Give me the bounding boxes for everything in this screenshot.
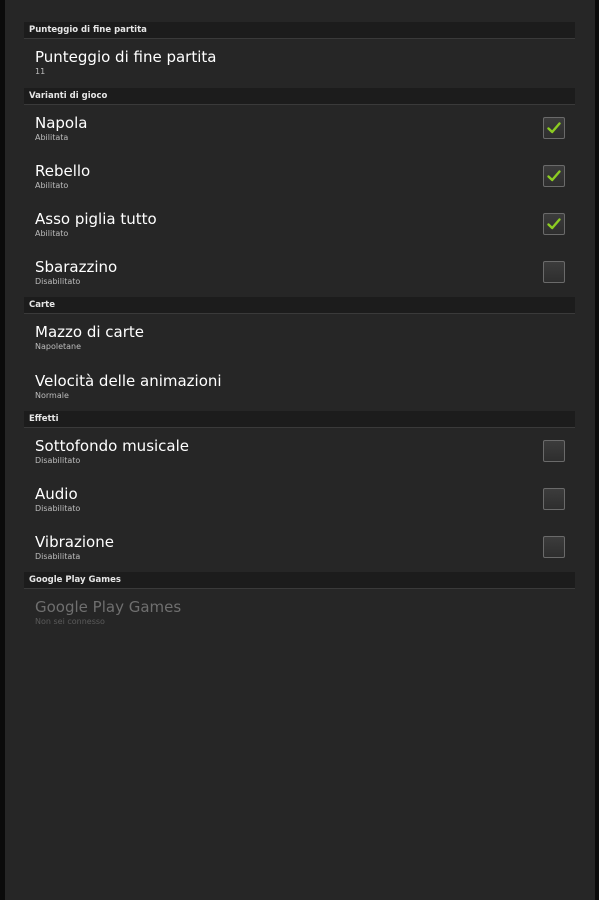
pref-summary: Disabilitato — [35, 504, 81, 513]
pref-title: Rebello — [35, 162, 91, 180]
section-header-effects: Effetti — [24, 411, 575, 428]
background-music-checkbox[interactable] — [543, 440, 565, 462]
sbarazzino-checkbox[interactable] — [543, 261, 565, 283]
pref-sbarazzino[interactable]: Sbarazzino Disabilitato — [24, 249, 575, 297]
checkmark-icon — [547, 122, 561, 134]
pref-summary: Abilitato — [35, 229, 69, 238]
pref-summary: Abilitato — [35, 181, 69, 190]
pref-title: Asso piglia tutto — [35, 210, 157, 228]
section-header-end-score: Punteggio di fine partita — [24, 22, 575, 39]
pref-google-play-games[interactable]: Google Play Games Non sei connesso — [24, 589, 575, 638]
pref-animation-speed[interactable]: Velocità delle animazioni Normale — [24, 363, 575, 411]
pref-end-score[interactable]: Punteggio di fine partita 11 — [24, 39, 575, 88]
rebello-checkbox[interactable] — [543, 165, 565, 187]
asso-piglia-tutto-checkbox[interactable] — [543, 213, 565, 235]
pref-audio[interactable]: Audio Disabilitato — [24, 476, 575, 524]
pref-summary: Napoletane — [35, 342, 82, 351]
pref-summary: 11 — [35, 67, 46, 76]
settings-screen: Punteggio di fine partita Punteggio di f… — [5, 0, 595, 900]
pref-title: Google Play Games — [35, 598, 182, 616]
pref-title: Audio — [35, 485, 78, 503]
pref-summary: Disabilitato — [35, 456, 81, 465]
pref-rebello[interactable]: Rebello Abilitato — [24, 153, 575, 201]
pref-background-music[interactable]: Sottofondo musicale Disabilitato — [24, 428, 575, 476]
audio-checkbox[interactable] — [543, 488, 565, 510]
pref-card-deck[interactable]: Mazzo di carte Napoletane — [24, 314, 575, 363]
pref-napola[interactable]: Napola Abilitata — [24, 105, 575, 153]
section-header-cards: Carte — [24, 297, 575, 314]
checkmark-icon — [547, 170, 561, 182]
settings-list: Punteggio di fine partita Punteggio di f… — [5, 22, 595, 638]
pref-title: Punteggio di fine partita — [35, 48, 217, 66]
checkmark-icon — [547, 218, 561, 230]
pref-summary: Abilitata — [35, 133, 69, 142]
pref-summary: Normale — [35, 391, 69, 400]
pref-title: Velocità delle animazioni — [35, 372, 222, 390]
pref-summary: Disabilitata — [35, 552, 81, 561]
pref-title: Sbarazzino — [35, 258, 118, 276]
pref-asso-piglia-tutto[interactable]: Asso piglia tutto Abilitato — [24, 201, 575, 249]
pref-summary: Disabilitato — [35, 277, 81, 286]
pref-title: Vibrazione — [35, 533, 114, 551]
pref-title: Mazzo di carte — [35, 323, 144, 341]
pref-title: Napola — [35, 114, 88, 132]
vibration-checkbox[interactable] — [543, 536, 565, 558]
section-header-google-play-games: Google Play Games — [24, 572, 575, 589]
napola-checkbox[interactable] — [543, 117, 565, 139]
pref-summary: Non sei connesso — [35, 617, 105, 626]
pref-title: Sottofondo musicale — [35, 437, 190, 455]
pref-vibration[interactable]: Vibrazione Disabilitata — [24, 524, 575, 572]
section-header-game-variants: Varianti di gioco — [24, 88, 575, 105]
